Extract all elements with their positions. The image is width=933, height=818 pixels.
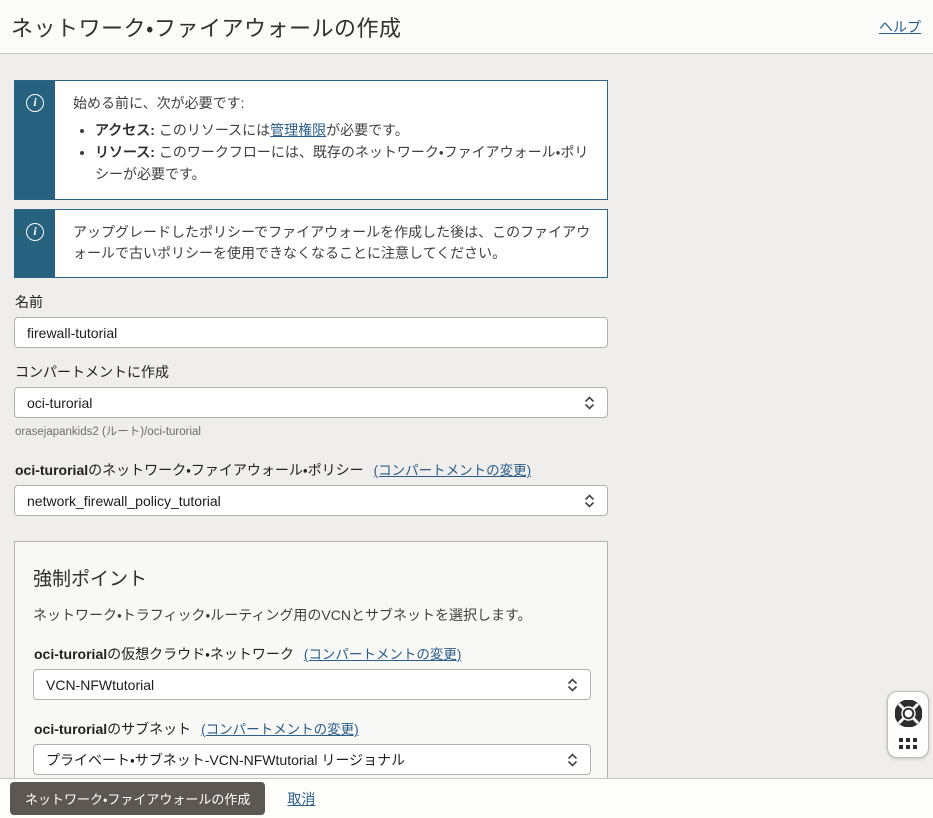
vcn-select-value: VCN-NFWtutorial [46, 677, 154, 693]
policy-label-compartment: oci-turorial [15, 462, 88, 478]
subnet-label-compartment: oci-turorial [34, 721, 107, 737]
policy-label: oci-turorialのネットワーク・ファイアウォール・ポリシー (コンパートメ… [15, 459, 933, 480]
access-label: アクセス: [95, 122, 155, 138]
create-firewall-button[interactable]: ネットワーク・ファイアウォールの作成 [10, 782, 265, 815]
support-widget [887, 691, 929, 758]
policy-upgrade-banner: i アップグレードしたポリシーでファイアウォールを作成した後は、このファイアウォ… [14, 209, 608, 278]
banner-accent-strip: i [15, 81, 55, 199]
access-text-post: が必要です。 [326, 122, 409, 138]
vcn-change-compartment-link[interactable]: (コンパートメントの変更) [304, 647, 462, 662]
info-icon: i [26, 223, 44, 241]
enforcement-point-section: 強制ポイント ネットワーク・トラフィック・ルーティング用のVCNとサブネットを選… [14, 541, 608, 778]
subnet-select-value: プライベート・サブネット-VCN-NFWtutorial リージョナル [46, 750, 405, 770]
subnet-select[interactable]: プライベート・サブネット-VCN-NFWtutorial リージョナル [33, 744, 591, 775]
compartment-label: コンパートメントに作成 [15, 362, 933, 382]
enforcement-title: 強制ポイント [33, 564, 589, 591]
lifebuoy-icon[interactable] [895, 700, 922, 732]
banner-body: 始める前に、次が必要です: アクセス: このリソースには管理権限が必要です。 リ… [55, 81, 607, 199]
banner-text: アップグレードしたポリシーでファイアウォールを作成した後は、このファイアウォール… [73, 222, 591, 265]
subnet-label-rest: のサブネット [107, 721, 191, 737]
vcn-select[interactable]: VCN-NFWtutorial [33, 669, 591, 700]
resource-text: このワークフローには、既存のネットワーク・ファイアウォール・ポリシーが必要です。 [95, 144, 588, 182]
cancel-link[interactable]: 取消 [287, 789, 315, 809]
policy-select[interactable]: network_firewall_policy_tutorial [14, 485, 608, 516]
banner-body: アップグレードしたポリシーでファイアウォールを作成した後は、このファイアウォール… [55, 210, 607, 277]
help-link[interactable]: ヘルプ [879, 17, 921, 37]
name-input[interactable] [14, 317, 608, 348]
access-text-pre: このリソースには [155, 122, 270, 138]
apps-grid-icon[interactable] [899, 738, 917, 749]
policy-select-value: network_firewall_policy_tutorial [27, 493, 221, 509]
page-title: ネットワーク・ファイアウォールの作成 [11, 11, 401, 43]
vcn-label-rest: の仮想クラウド・ネットワーク [107, 646, 294, 662]
subnet-label: oci-turorialのサブネット (コンパートメントの変更) [34, 718, 589, 739]
chevron-up-down-icon [584, 396, 595, 410]
main-content: i 始める前に、次が必要です: アクセス: このリソースには管理権限が必要です。… [0, 55, 933, 778]
chevron-up-down-icon [567, 753, 578, 767]
vcn-label: oci-turorialの仮想クラウド・ネットワーク (コンパートメントの変更) [34, 643, 589, 664]
subnet-change-compartment-link[interactable]: (コンパートメントの変更) [201, 722, 359, 737]
policy-label-rest: のネットワーク・ファイアウォール・ポリシー [88, 462, 364, 478]
action-bar: ネットワーク・ファイアウォールの作成 取消 [0, 778, 933, 818]
page-header: ネットワーク・ファイアウォールの作成 ヘルプ [0, 0, 933, 54]
policy-change-compartment-link[interactable]: (コンパートメントの変更) [374, 463, 532, 478]
compartment-select-value: oci-turorial [27, 395, 92, 411]
admin-permission-link[interactable]: 管理権限 [270, 122, 326, 138]
enforcement-description: ネットワーク・トラフィック・ルーティング用のVCNとサブネットを選択します。 [33, 605, 589, 625]
resource-label: リソース: [95, 144, 155, 160]
vcn-label-compartment: oci-turorial [34, 646, 107, 662]
chevron-up-down-icon [584, 494, 595, 508]
info-icon: i [26, 94, 44, 112]
chevron-up-down-icon [567, 678, 578, 692]
prerequisites-banner: i 始める前に、次が必要です: アクセス: このリソースには管理権限が必要です。… [14, 80, 608, 200]
page: ネットワーク・ファイアウォールの作成 ヘルプ i 始める前に、次が必要です: ア… [0, 0, 933, 818]
name-label: 名前 [15, 292, 933, 312]
banner-list-item-access: アクセス: このリソースには管理権限が必要です。 [95, 120, 591, 142]
compartment-select[interactable]: oci-turorial [14, 387, 608, 418]
compartment-path-helper: orasejapankids2 (ルート)/oci-turorial [15, 423, 933, 439]
banner-intro: 始める前に、次が必要です: [73, 93, 591, 115]
banner-list: アクセス: このリソースには管理権限が必要です。 リソース: このワークフローに… [73, 120, 591, 186]
banner-accent-strip: i [15, 210, 55, 277]
banner-list-item-resource: リソース: このワークフローには、既存のネットワーク・ファイアウォール・ポリシー… [95, 142, 591, 185]
